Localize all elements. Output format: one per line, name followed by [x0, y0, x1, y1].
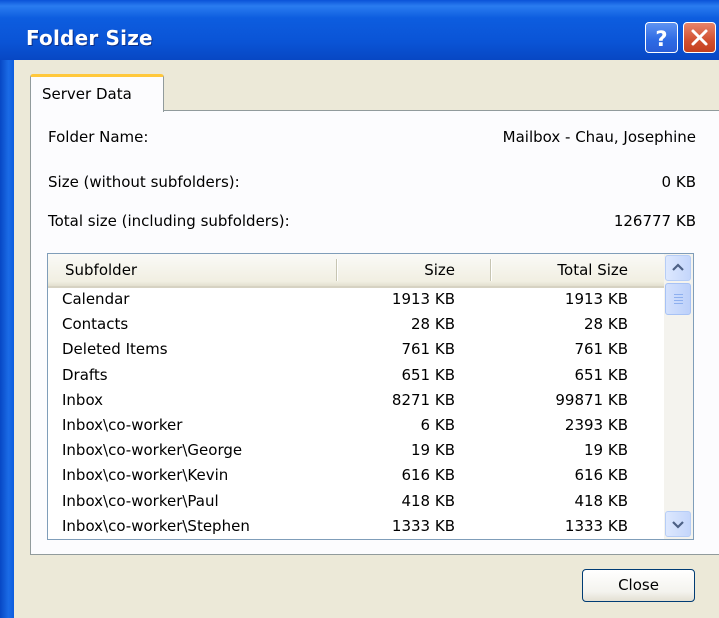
scroll-thumb[interactable]	[665, 283, 691, 315]
column-header-subfolder[interactable]: Subfolder	[65, 261, 137, 279]
total-size-value: 126777 KB	[613, 212, 696, 230]
grip-line	[674, 294, 683, 295]
list-header: Subfolder Size Total Size	[48, 254, 664, 288]
subfolder-list[interactable]: Subfolder Size Total Size Calendar 1913 K…	[47, 253, 694, 540]
size-cell: 28 KB	[411, 315, 455, 334]
column-divider[interactable]	[336, 259, 337, 281]
subfolder-cell: Inbox	[62, 390, 104, 409]
size-value: 0 KB	[661, 173, 696, 191]
subfolder-cell: Calendar	[62, 290, 130, 308]
folder-name-label: Folder Name:	[48, 128, 149, 146]
size-cell: 761 KB	[401, 340, 455, 359]
size-cell: 418 KB	[401, 491, 455, 510]
window-frame-left	[0, 60, 14, 618]
grip-line	[674, 303, 683, 304]
table-row[interactable]: Inbox 8271 KB 99871 KB	[48, 389, 664, 414]
size-cell: 651 KB	[401, 365, 455, 384]
window-title: Folder Size	[26, 26, 153, 50]
total-size-cell: 761 KB	[574, 340, 628, 359]
total-size-cell: 651 KB	[574, 365, 628, 384]
close-x-icon	[691, 29, 708, 46]
subfolder-cell: Drafts	[62, 365, 108, 384]
total-size-label: Total size (including subfolders):	[48, 212, 290, 230]
column-divider[interactable]	[490, 259, 491, 281]
total-size-cell: 616 KB	[574, 466, 628, 485]
grip-line	[674, 300, 683, 301]
table-row[interactable]: Deleted Items 761 KB 761 KB	[48, 338, 664, 363]
folder-name-value: Mailbox - Chau, Josephine	[502, 128, 696, 146]
help-button[interactable]: ?	[645, 22, 678, 53]
vertical-scrollbar[interactable]	[664, 254, 693, 539]
scroll-down-button[interactable]	[665, 511, 691, 537]
total-size-cell: 1333 KB	[564, 516, 628, 535]
subfolder-cell: Deleted Items	[62, 340, 168, 359]
size-cell: 1913 KB	[391, 290, 455, 308]
total-size-cell: 1913 KB	[564, 290, 628, 308]
table-row[interactable]: Inbox\co-worker 6 KB 2393 KB	[48, 414, 664, 439]
size-cell: 6 KB	[420, 415, 455, 434]
table-row[interactable]: Inbox\co-worker\Kevin 616 KB 616 KB	[48, 464, 664, 489]
table-row[interactable]: Contacts 28 KB 28 KB	[48, 313, 664, 338]
total-size-cell: 99871 KB	[555, 390, 628, 409]
table-row[interactable]: Inbox\co-worker\Paul 418 KB 418 KB	[48, 490, 664, 515]
table-row[interactable]: Inbox\co-worker\George 19 KB 19 KB	[48, 439, 664, 464]
scroll-up-button[interactable]	[665, 255, 691, 281]
tab-server-data[interactable]: Server Data	[30, 74, 164, 112]
total-size-cell: 19 KB	[584, 441, 628, 460]
table-row[interactable]: Drafts 651 KB 651 KB	[48, 364, 664, 389]
help-question-icon: ?	[655, 27, 667, 51]
size-cell: 1333 KB	[391, 516, 455, 535]
column-header-size[interactable]: Size	[424, 261, 455, 279]
size-cell: 19 KB	[411, 441, 455, 460]
folder-size-dialog: Folder Size ? Server Data Folder Name: M…	[0, 0, 719, 618]
title-bar[interactable]: Folder Size ?	[0, 0, 719, 60]
subfolder-cell: Inbox\co-worker	[62, 415, 183, 434]
svg-text:?: ?	[655, 27, 667, 51]
total-size-cell: 28 KB	[584, 315, 628, 334]
grip-line	[674, 297, 683, 298]
table-row[interactable]: Calendar 1913 KB 1913 KB	[48, 288, 664, 313]
window-close-button[interactable]	[683, 22, 716, 53]
subfolder-cell: Contacts	[62, 315, 129, 334]
size-cell: 8271 KB	[391, 390, 455, 409]
close-button[interactable]: Close	[582, 569, 695, 602]
chevron-down-icon	[672, 521, 684, 529]
column-header-total-size[interactable]: Total Size	[557, 261, 628, 279]
subfolder-cell: Inbox\co-worker\Kevin	[62, 466, 229, 485]
list-rows: Calendar 1913 KB 1913 KB Contacts 28 KB 28 KB…	[48, 288, 664, 539]
tab-label: Server Data	[42, 85, 132, 103]
total-size-cell: 2393 KB	[564, 415, 628, 434]
subfolder-cell: Inbox\co-worker\George	[62, 441, 243, 460]
total-size-cell: 418 KB	[574, 491, 628, 510]
subfolder-cell: Inbox\co-worker\Stephen	[62, 516, 250, 535]
size-cell: 616 KB	[401, 466, 455, 485]
subfolder-cell: Inbox\co-worker\Paul	[62, 491, 219, 510]
chevron-up-icon	[672, 263, 684, 271]
size-label: Size (without subfolders):	[48, 173, 240, 191]
table-row[interactable]: Inbox\co-worker\Stephen 1333 KB 1333 KB	[48, 515, 664, 539]
